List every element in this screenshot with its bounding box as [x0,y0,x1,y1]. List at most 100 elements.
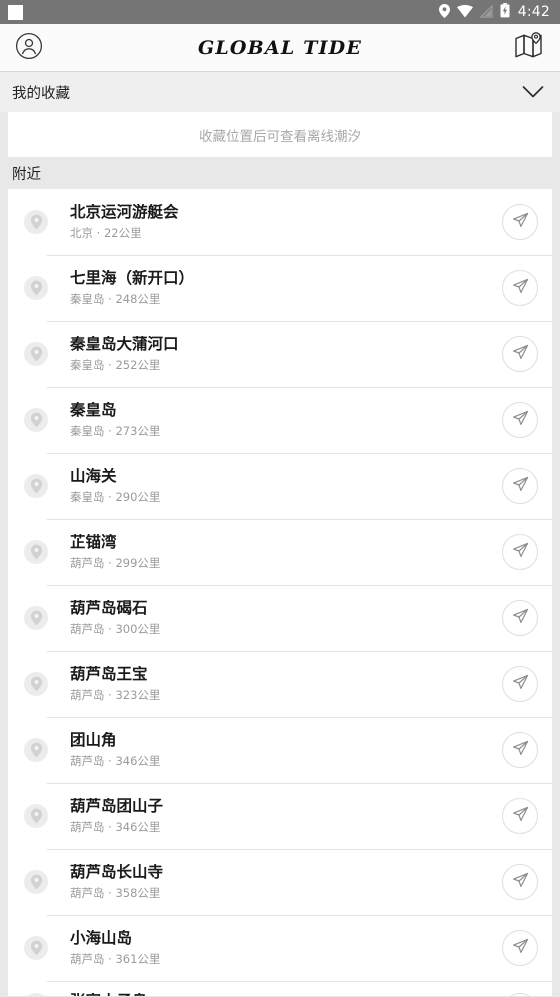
location-pin-icon [24,540,48,564]
location-pin-icon [24,672,48,696]
navigate-button[interactable] [502,600,538,636]
map-button[interactable] [510,29,548,67]
navigate-arrow-icon [512,212,529,233]
nearby-title: 附近 [12,166,41,183]
navigate-button[interactable] [502,930,538,966]
status-bar-right: 4:42 [438,2,550,22]
list-item-title: 团山角 [70,731,117,749]
list-item-title: 小海山岛 [70,929,133,947]
chevron-down-icon[interactable] [520,79,546,105]
list-item[interactable]: 芷锚湾 葫芦岛 · 299公里 [8,519,552,585]
navigate-button[interactable] [502,270,538,306]
navigate-arrow-icon [512,938,529,959]
list-item-title: 葫芦岛长山寺 [70,863,164,881]
location-pin-icon [24,870,48,894]
navigate-button[interactable] [502,864,538,900]
list-item[interactable]: 七里海（新开口） 秦皇岛 · 248公里 [8,255,552,321]
list-item[interactable]: 山海关 秦皇岛 · 290公里 [8,453,552,519]
list-item[interactable]: 葫芦岛团山子 葫芦岛 · 346公里 [8,783,552,849]
scroll-content[interactable]: 我的收藏 收藏位置后可查看离线潮汐 附近 北京运河游艇会 北京 · 22公里 七… [0,72,560,996]
navigate-button[interactable] [502,402,538,438]
location-pin-icon [24,606,48,630]
navigate-arrow-icon [512,542,529,563]
location-pin-icon [24,474,48,498]
app-title: GLOBAL TIDE [197,36,363,59]
navigate-arrow-icon [512,476,529,497]
location-pin-icon [24,993,48,996]
list-item[interactable]: 葫芦岛碣石 葫芦岛 · 300公里 [8,585,552,651]
list-item-title: 芷锚湾 [70,533,117,551]
list-item[interactable]: 张家山子岛 [8,981,552,996]
list-item-text: 张家山子岛 [70,993,492,996]
navigate-button[interactable] [502,336,538,372]
location-pin-icon [24,408,48,432]
list-item-title: 葫芦岛碣石 [70,599,148,617]
navigate-arrow-icon [512,674,529,695]
list-item-text: 芷锚湾 葫芦岛 · 299公里 [70,534,492,570]
location-pin-icon [24,738,48,762]
status-bar-clock: 4:42 [517,4,550,20]
list-item-subtitle: 葫芦岛 · 346公里 [70,754,161,768]
favorites-header[interactable]: 我的收藏 [0,72,560,112]
navigate-arrow-icon [512,872,529,893]
list-item-text: 葫芦岛王宝 葫芦岛 · 323公里 [70,666,492,702]
list-item-text: 七里海（新开口） 秦皇岛 · 248公里 [70,270,492,306]
list-item[interactable]: 北京运河游艇会 北京 · 22公里 [8,189,552,255]
nearby-list: 北京运河游艇会 北京 · 22公里 七里海（新开口） 秦皇岛 · 248公里 秦… [8,189,552,996]
location-pin-icon [24,276,48,300]
list-item-text: 葫芦岛长山寺 葫芦岛 · 358公里 [70,864,492,900]
navigate-button[interactable] [502,534,538,570]
list-item-title: 秦皇岛 [70,401,117,419]
signal-icon [479,3,493,22]
list-item[interactable]: 团山角 葫芦岛 · 346公里 [8,717,552,783]
navigate-button[interactable] [502,732,538,768]
list-item-title: 山海关 [70,467,117,485]
list-item-text: 山海关 秦皇岛 · 290公里 [70,468,492,504]
navigate-button[interactable] [502,204,538,240]
list-item[interactable]: 小海山岛 葫芦岛 · 361公里 [8,915,552,981]
app-square-icon [8,4,23,20]
list-item-subtitle: 秦皇岛 · 273公里 [70,424,161,438]
list-item[interactable]: 秦皇岛 秦皇岛 · 273公里 [8,387,552,453]
list-item-text: 小海山岛 葫芦岛 · 361公里 [70,930,492,966]
navigate-button[interactable] [502,666,538,702]
favorites-empty-text: 收藏位置后可查看离线潮汐 [199,128,361,145]
favorites-title: 我的收藏 [12,85,70,102]
location-pin-icon [24,804,48,828]
list-item-subtitle: 葫芦岛 · 300公里 [70,622,161,636]
navigate-arrow-icon [512,740,529,761]
profile-button[interactable] [10,29,48,67]
list-item[interactable]: 葫芦岛长山寺 葫芦岛 · 358公里 [8,849,552,915]
navigate-button[interactable] [502,798,538,834]
navigate-button[interactable] [502,993,538,996]
navigate-arrow-icon [512,806,529,827]
list-item-subtitle: 秦皇岛 · 252公里 [70,358,161,372]
nearby-header: 附近 [0,157,560,189]
list-item-subtitle: 北京 · 22公里 [70,226,142,240]
location-pin-icon [438,3,450,22]
navigate-arrow-icon [512,410,529,431]
navigate-button[interactable] [502,468,538,504]
location-pin-icon [24,936,48,960]
list-item[interactable]: 葫芦岛王宝 葫芦岛 · 323公里 [8,651,552,717]
list-item-subtitle: 葫芦岛 · 299公里 [70,556,161,570]
list-item-subtitle: 葫芦岛 · 323公里 [70,688,161,702]
location-pin-icon [24,210,48,234]
list-item-subtitle: 葫芦岛 · 361公里 [70,952,161,966]
list-item-title: 北京运河游艇会 [70,203,179,221]
list-item-subtitle: 葫芦岛 · 358公里 [70,886,161,900]
battery-charging-icon [500,2,510,22]
list-item-subtitle: 秦皇岛 · 290公里 [70,490,161,504]
list-item[interactable]: 秦皇岛大蒲河口 秦皇岛 · 252公里 [8,321,552,387]
list-item-text: 葫芦岛碣石 葫芦岛 · 300公里 [70,600,492,636]
map-pin-icon [514,31,544,64]
list-item-text: 北京运河游艇会 北京 · 22公里 [70,204,492,240]
list-item-text: 秦皇岛 秦皇岛 · 273公里 [70,402,492,438]
list-item-subtitle: 葫芦岛 · 346公里 [70,820,161,834]
location-pin-icon [24,342,48,366]
list-item-title: 七里海（新开口） [70,269,195,287]
app-bar: GLOBAL TIDE [0,24,560,72]
status-bar: 4:42 [0,0,560,24]
list-item-text: 团山角 葫芦岛 · 346公里 [70,732,492,768]
list-item-text: 秦皇岛大蒲河口 秦皇岛 · 252公里 [70,336,492,372]
